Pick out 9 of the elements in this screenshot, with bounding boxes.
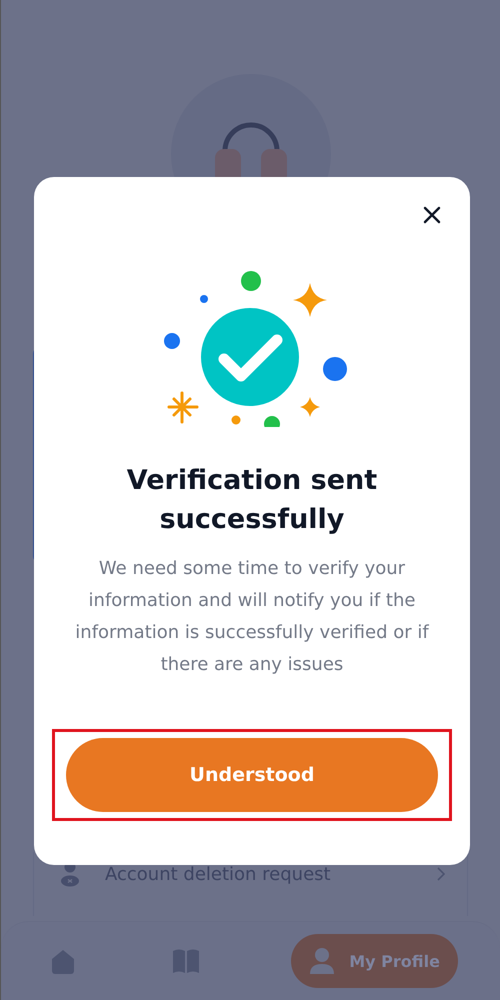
understood-button[interactable]: Understood: [66, 738, 438, 812]
chevron-right-icon: [437, 867, 445, 881]
dialog-message: We need some time to verify your information and will notify you if the information is successfully verified or if there are any issues: [74, 557, 430, 677]
close-button[interactable]: [422, 205, 442, 225]
nav-tab[interactable]: My Profile: [291, 934, 458, 988]
user-icon: [309, 947, 336, 975]
home-icon: [49, 947, 77, 975]
book-icon: [172, 948, 200, 974]
dialog-title: Verification sent successfully: [126, 464, 378, 537]
